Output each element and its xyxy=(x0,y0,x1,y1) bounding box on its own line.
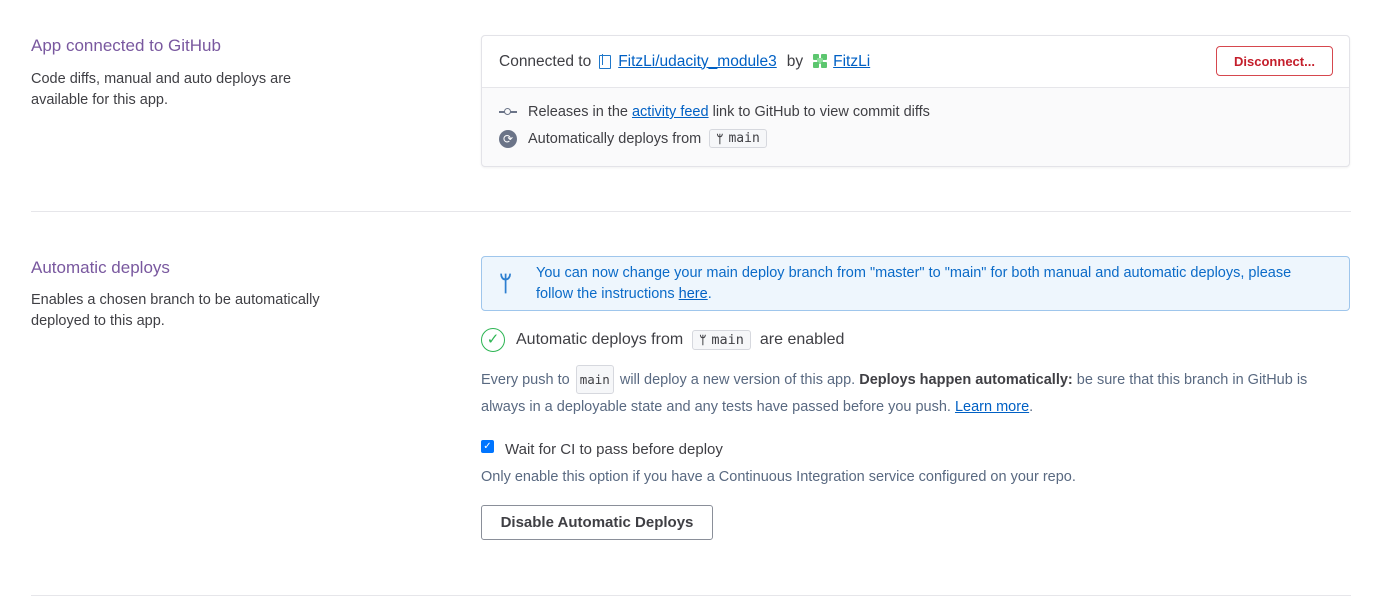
enabled-status: ✓ Automatic deploys from ᛘ main are enabl… xyxy=(481,328,844,352)
branch-icon: ᛘ xyxy=(699,333,707,347)
para-middle: will deploy a new version of this app. xyxy=(619,372,856,388)
commit-icon xyxy=(499,106,517,118)
repo-icon xyxy=(599,53,612,69)
ci-note: Only enable this option if you have a Co… xyxy=(481,469,1076,485)
connected-to-label: Connected to xyxy=(499,52,592,70)
releases-suffix: link to GitHub to view commit diffs xyxy=(712,104,930,120)
banner-text: You can now change your main deploy bran… xyxy=(536,265,1292,302)
by-label: by xyxy=(786,52,804,70)
releases-row: Releases in the activity feed link to Gi… xyxy=(499,104,930,120)
para-end: . xyxy=(1029,399,1034,415)
ci-checkbox-label[interactable]: Wait for CI to pass before deploy xyxy=(505,441,723,458)
ci-option[interactable]: ✓ Wait for CI to pass before deploy xyxy=(481,440,723,458)
enabled-prefix: Automatic deploys from xyxy=(516,331,684,348)
connection-card-header: Connected to FitzLi/udacity_module3 by F… xyxy=(482,36,1349,88)
check-circle-icon: ✓ xyxy=(481,328,505,352)
ci-checkbox[interactable]: ✓ xyxy=(481,440,494,453)
activity-feed-link[interactable]: activity feed xyxy=(632,104,709,120)
repo-link[interactable]: FitzLi/udacity_module3 xyxy=(618,53,777,71)
section-title: App connected to GitHub xyxy=(31,36,221,55)
branch-icon: ᛘ xyxy=(499,271,513,296)
disable-automatic-deploys-button[interactable]: Disable Automatic Deploys xyxy=(481,505,713,540)
section-description: Code diffs, manual and auto deploys are … xyxy=(31,71,292,108)
para-prefix: Every push to xyxy=(481,372,570,388)
avatar xyxy=(813,54,828,69)
auto-deploy-row: ⟳ Automatically deploys from ᛘ main xyxy=(499,129,767,148)
section-description: Enables a chosen branch to be automatica… xyxy=(31,292,320,329)
para-bold: Deploys happen automatically: xyxy=(859,372,1073,388)
github-connection-section: App connected to GitHub Code diffs, manu… xyxy=(31,0,1351,212)
learn-more-link[interactable]: Learn more xyxy=(955,399,1029,415)
connection-card: Connected to FitzLi/udacity_module3 by F… xyxy=(481,35,1350,167)
branch-name: main xyxy=(728,131,760,146)
branch-badge: ᛘ main xyxy=(709,129,767,148)
branch-badge: ᛘ main xyxy=(692,330,751,350)
disconnect-button[interactable]: Disconnect... xyxy=(1216,46,1333,76)
instructions-link[interactable]: here xyxy=(679,286,708,302)
user-link[interactable]: FitzLi xyxy=(833,53,870,71)
branch-name: main xyxy=(711,332,744,348)
releases-prefix: Releases in the xyxy=(528,104,628,120)
branch-code: main xyxy=(575,365,614,394)
enabled-suffix: are enabled xyxy=(759,331,845,348)
section-title: Automatic deploys xyxy=(31,258,170,277)
automatic-deploys-section: Automatic deploys Enables a chosen branc… xyxy=(31,212,1351,596)
sync-icon: ⟳ xyxy=(499,129,517,148)
auto-deploys-from-label: Automatically deploys from xyxy=(528,130,702,147)
banner-end: . xyxy=(707,286,712,302)
branch-icon: ᛘ xyxy=(716,131,724,146)
deploy-description: Every push to main will deploy a new ver… xyxy=(481,365,1350,421)
info-banner: ᛘ You can now change your main deploy br… xyxy=(481,256,1350,311)
